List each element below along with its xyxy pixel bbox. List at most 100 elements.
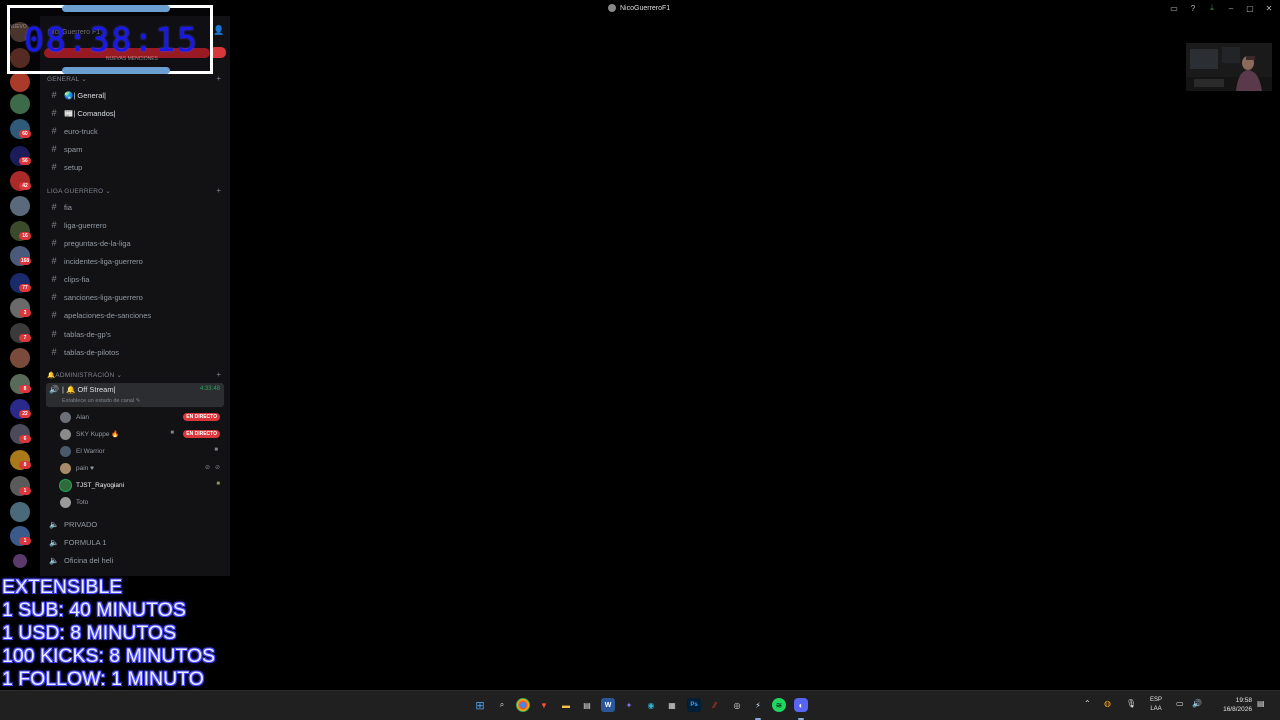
clock-date-text: 16/8/2026 [1223, 706, 1252, 713]
voice-user-pain[interactable]: pain ♥ ⊘ ⊘ [60, 461, 224, 475]
streaming-app-icon[interactable]: ⚡ [751, 698, 765, 712]
channel-fia[interactable]: # fia [46, 199, 224, 215]
close-icon[interactable]: ✕ [1264, 3, 1274, 13]
server-icon[interactable] [10, 196, 30, 216]
live-badge[interactable]: EN DIRECTO [183, 430, 220, 438]
copilot-icon[interactable]: ✦ [622, 698, 636, 712]
tray-chevron-icon[interactable]: ⌃ [1084, 699, 1091, 708]
server-icon[interactable] [10, 94, 30, 114]
discord-icon[interactable]: ◐ [794, 698, 808, 712]
channel-setup[interactable]: # setup [46, 159, 224, 175]
obs-icon[interactable]: ◎ [730, 698, 744, 712]
user-name: Alan [76, 413, 90, 421]
channel-label: incidentes-liga-guerrero [64, 256, 143, 266]
channel-label: PRIVADO [64, 519, 98, 529]
channel-tablas-gps[interactable]: # tablas-de-gp's [46, 326, 224, 342]
promo-line: 100 KICKS: 8 MINUTOS [2, 645, 216, 667]
voice-channel-formula-1[interactable]: 🔈 FORMULA 1 [46, 534, 224, 550]
windows-start-icon[interactable]: ⊞ [473, 698, 487, 712]
channel-label: clips-fia [64, 274, 90, 284]
server-icon[interactable] [13, 554, 27, 568]
channel-label: euro-truck [64, 126, 98, 136]
voice-user-sky-kuppe[interactable]: SKY Kuppe 🔥 ■ EN DIRECTO [60, 427, 224, 441]
hash-icon: # [51, 238, 57, 248]
notifications-icon[interactable]: ▤ [1257, 699, 1265, 708]
spotify-icon[interactable]: ≋ [772, 698, 786, 712]
help-icon[interactable]: ? [1188, 3, 1198, 13]
chrome-icon[interactable] [516, 698, 530, 712]
minimize-icon[interactable]: – [1226, 3, 1236, 13]
calendar-icon[interactable]: ▤ [580, 698, 594, 712]
channel-liga-guerrero[interactable]: # liga-guerrero [46, 217, 224, 233]
download-icon[interactable]: ⤓ [1207, 3, 1217, 13]
server-icon[interactable] [10, 72, 30, 92]
camera-icon: ■ [214, 447, 218, 453]
brave-icon[interactable]: ▼ [537, 698, 551, 712]
edge-icon[interactable]: ◉ [644, 698, 658, 712]
channel-preguntas[interactable]: # preguntas-de-la-liga [46, 235, 224, 251]
microphone-icon[interactable]: 🎙 [1126, 699, 1136, 708]
channel-label: preguntas-de-la-liga [64, 238, 131, 248]
channel-euro-truck[interactable]: # euro-truck [46, 123, 224, 139]
file-explorer-icon[interactable]: ▬ [559, 698, 573, 712]
server-icon[interactable] [10, 348, 30, 368]
category-administracion[interactable]: 🔔ADMINISTRACIÓN ⌄ [47, 371, 122, 379]
inbox-icon[interactable]: ▭ [1169, 3, 1179, 13]
unread-badge: 16 [19, 232, 31, 240]
invite-people-icon[interactable]: 👤 [213, 25, 224, 36]
unread-badge: 8 [19, 461, 31, 469]
live-badge[interactable]: EN DIRECTO [183, 413, 220, 421]
channel-comandos[interactable]: # 📰 | Comandos| [46, 105, 224, 121]
volume-icon[interactable]: 🔊 [1192, 699, 1202, 708]
tray-app-icon[interactable]: ◍ [1104, 699, 1111, 708]
screen: NicoGuerreroF1 ▭ ? ⤓ – ▢ ✕ 60 56 42 16 1… [0, 0, 1280, 720]
speaker-icon: 🔈 [49, 519, 59, 529]
hash-icon: # [51, 347, 57, 357]
channel-label: tablas-de-pilotos [64, 347, 120, 357]
voice-channel-privado[interactable]: 🔈 PRIVADO [46, 516, 224, 532]
add-channel-icon[interactable]: + [216, 74, 221, 83]
window-title-group: NicoGuerreroF1 [608, 2, 670, 14]
voice-user-toto[interactable]: Toto [60, 495, 224, 509]
channel-sanciones[interactable]: # sanciones-liga-guerrero [46, 289, 224, 305]
voice-user-alan[interactable]: Alan EN DIRECTO [60, 410, 224, 424]
channel-clips-fia[interactable]: # clips-fia [46, 271, 224, 287]
channel-apelaciones[interactable]: # apelaciones-de-sanciones [46, 307, 224, 323]
unread-badge: 1 [19, 487, 31, 495]
store-icon[interactable]: ▦ [665, 698, 679, 712]
network-icon[interactable]: ▭ [1176, 699, 1184, 708]
unread-badge: 8 [19, 385, 31, 393]
unread-badge: 77 [19, 284, 31, 292]
category-general[interactable]: GENERAL ⌄ [47, 75, 87, 83]
channel-general[interactable]: # 🌏 | General| [46, 87, 224, 103]
category-liga-guerrero[interactable]: LIGA GUERRERO ⌄ [47, 187, 111, 195]
input-language[interactable]: ESP LAA [1150, 696, 1162, 714]
server-icon[interactable] [10, 502, 30, 522]
add-channel-icon[interactable]: + [216, 370, 221, 379]
search-icon[interactable]: ⌕ [495, 698, 509, 712]
channel-incidentes[interactable]: # incidentes-liga-guerrero [46, 253, 224, 269]
clock-time-text: 19:58 [1235, 697, 1252, 704]
unread-badge: 42 [19, 182, 31, 190]
promo-line: 1 SUB: 40 MINUTOS [2, 599, 186, 621]
user-name: El Warrior [76, 447, 105, 455]
photoshop-icon[interactable]: Ps [687, 698, 701, 712]
word-icon[interactable]: W [601, 698, 615, 712]
channel-spam[interactable]: # spam [46, 141, 224, 157]
maximize-icon[interactable]: ▢ [1245, 3, 1255, 13]
channel-label: | Comandos| [73, 108, 116, 118]
user-name: Toto [76, 498, 89, 506]
unread-badge: 60 [19, 130, 31, 138]
voice-user-tjst-rayogiani[interactable]: TJST_Rayogiani ■ [60, 478, 224, 492]
voice-user-el-warrior[interactable]: El Warrior ■ [60, 444, 224, 458]
voice-channel-oficina[interactable]: 🔈 Oficina del heli [46, 552, 224, 568]
add-channel-icon[interactable]: + [216, 186, 221, 195]
hash-icon: # [51, 274, 57, 284]
channel-status-prompt[interactable]: Establece un estado de canal ✎ [62, 398, 140, 404]
system-clock[interactable]: 19:58 16/8/2026 [1212, 696, 1252, 714]
camera-icon: ■ [170, 430, 174, 436]
user-name: TJST_Rayogiani [76, 481, 125, 489]
hash-icon: # [51, 310, 57, 320]
media-app-icon[interactable]: ⁄⁄ [708, 698, 722, 712]
channel-tablas-pilotos[interactable]: # tablas-de-pilotos [46, 344, 224, 360]
